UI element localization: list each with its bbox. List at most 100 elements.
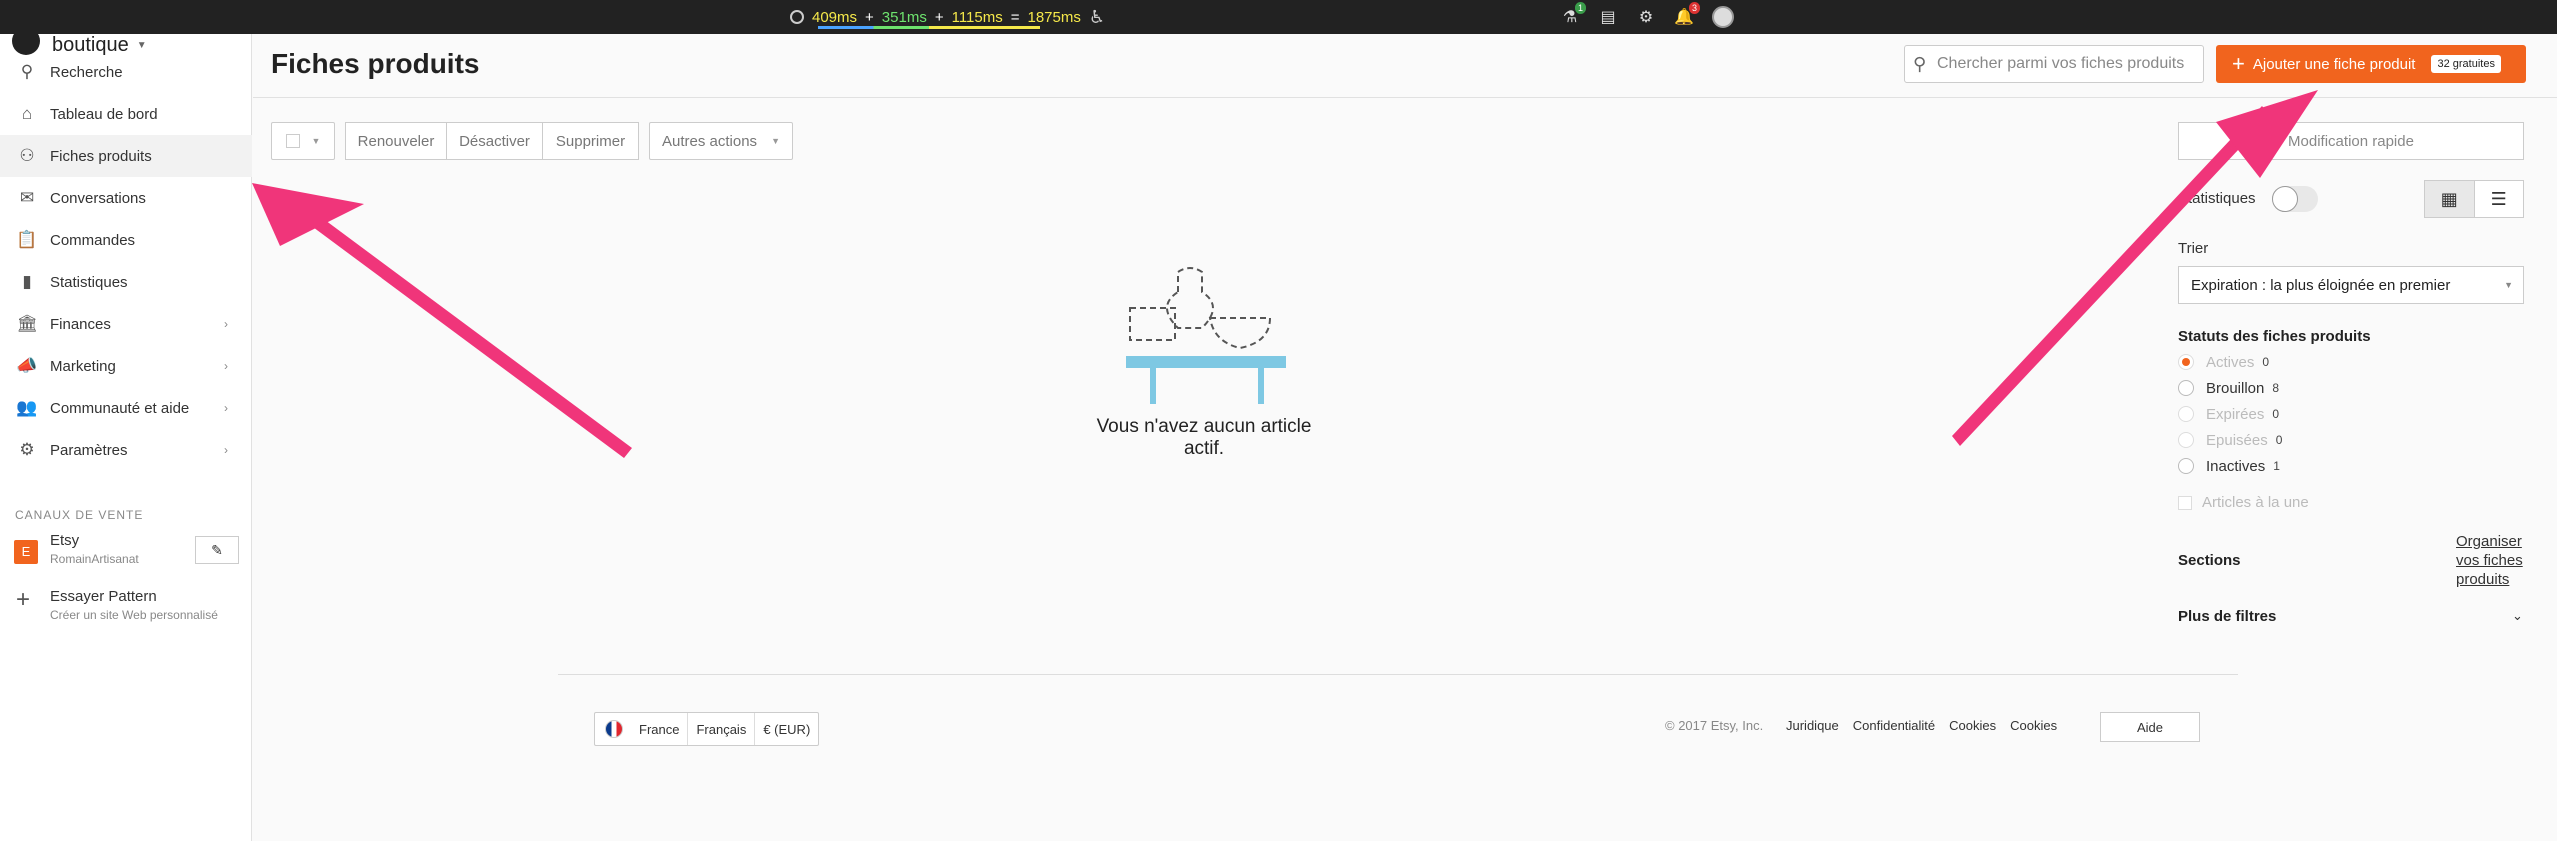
bulk-action-group: Renouveler Désactiver Supprimer xyxy=(345,122,639,160)
quick-edit-button[interactable]: Modification rapide xyxy=(2178,122,2524,160)
status-radio[interactable] xyxy=(2178,432,2194,448)
status-expired[interactable]: Expirées 0 xyxy=(2178,404,2279,424)
sidebar-item-finances[interactable]: 🏛 Finances › xyxy=(0,303,252,345)
empty-shelf-illustration xyxy=(1126,267,1286,404)
more-filters-toggle[interactable]: Plus de filtres xyxy=(2178,608,2276,625)
status-radio[interactable] xyxy=(2178,406,2194,422)
sidebar-item-stats[interactable]: ▮ Statistiques xyxy=(0,261,252,303)
chevron-right-icon: › xyxy=(224,359,228,373)
sidebar-item-search[interactable]: ⚲ Recherche xyxy=(0,51,252,93)
channel-shop: RomainArtisanat xyxy=(50,552,139,566)
bell-icon[interactable]: 🔔 3 xyxy=(1674,2,1700,27)
featured-filter[interactable]: Articles à la une xyxy=(2178,494,2309,511)
timing-total: 1875ms xyxy=(1027,8,1081,26)
sort-select[interactable]: Expiration : la plus éloignée en premier… xyxy=(2178,266,2524,304)
footer-link-cookies-2[interactable]: Cookies xyxy=(2010,718,2057,733)
status-label: Inactives xyxy=(2206,457,2266,475)
footer-divider xyxy=(558,674,2238,675)
france-flag-icon xyxy=(605,720,623,738)
status-inactive[interactable]: Inactives 1 xyxy=(2178,456,2280,476)
sidebar-item-label: Commandes xyxy=(50,231,136,249)
caret-down-icon: ▼ xyxy=(771,136,780,146)
sort-value: Expiration : la plus éloignée en premier xyxy=(2191,276,2451,294)
channel-etsy[interactable]: E Etsy RomainArtisanat ✎ xyxy=(0,530,252,574)
grid-view-button[interactable]: ▦ xyxy=(2425,181,2475,217)
caret-down-icon: ▼ xyxy=(136,40,147,51)
try-pattern[interactable]: + Essayer Pattern Créer un site Web pers… xyxy=(0,582,252,626)
timing-1: 409ms xyxy=(812,8,858,26)
arrow-left-head xyxy=(252,183,364,246)
help-button[interactable]: Aide xyxy=(2100,712,2200,742)
dev-icons: ⚗ 1 ▤ ⚙ 🔔 3 xyxy=(1560,2,1734,28)
plus-icon: + xyxy=(2232,51,2245,76)
featured-label: Articles à la une xyxy=(2202,494,2309,511)
sidebar-item-label: Conversations xyxy=(50,189,146,207)
deactivate-button[interactable]: Désactiver xyxy=(447,122,543,160)
sidebar-item-label: Fiches produits xyxy=(50,147,152,165)
status-active[interactable]: Actives 0 xyxy=(2178,352,2269,372)
locale-currency: € (EUR) xyxy=(763,721,811,737)
caret-down-icon: ▼ xyxy=(311,136,321,146)
sidebar: boutique ▼ ⚲ Recherche ⌂ Tableau de bord… xyxy=(0,26,252,841)
sales-channels-title: CANAUX DE VENTE xyxy=(15,508,144,522)
select-all-dropdown[interactable]: ▼ xyxy=(271,122,335,160)
delete-button[interactable]: Supprimer xyxy=(543,122,639,160)
status-draft[interactable]: Brouillon 8 xyxy=(2178,378,2279,398)
stats-toggle[interactable] xyxy=(2272,186,2318,212)
renew-button[interactable]: Renouveler xyxy=(345,122,447,160)
footer-links: Juridique Confidentialité Cookies Cookie… xyxy=(1786,718,2057,733)
view-switcher: ▦ ☰ xyxy=(2424,180,2524,218)
mail-icon: ✉ xyxy=(19,188,35,207)
sidebar-item-settings[interactable]: ⚙ Paramètres › xyxy=(0,429,252,471)
chevron-right-icon: › xyxy=(224,401,228,415)
organize-listings-link[interactable]: Organiser vos fiches produits xyxy=(2456,532,2536,589)
more-actions-dropdown[interactable]: Autres actions ▼ xyxy=(649,122,793,160)
status-radio[interactable] xyxy=(2178,354,2194,370)
status-count: 8 xyxy=(2272,381,2280,395)
timings-panel[interactable]: 409ms + 351ms + 1115ms = 1875ms ♿ xyxy=(790,6,1105,29)
list-view-button[interactable]: ☰ xyxy=(2475,181,2524,217)
page-header: Fiches produits ⚲ + Ajouter une fiche pr… xyxy=(253,34,2557,98)
footer-link-privacy[interactable]: Confidentialité xyxy=(1853,718,1935,733)
sidebar-item-community[interactable]: 👥 Communauté et aide › xyxy=(0,387,252,429)
list-icon: ☰ xyxy=(2490,188,2507,209)
timing-bar xyxy=(818,26,1040,29)
search-box[interactable]: ⚲ xyxy=(1904,45,2204,83)
copyright: © 2017 Etsy, Inc. xyxy=(1665,718,1764,733)
footer-link-cookies[interactable]: Cookies xyxy=(1949,718,1996,733)
chevron-down-icon[interactable]: ⌄ xyxy=(2512,608,2523,624)
sidebar-item-marketing[interactable]: 📣 Marketing › xyxy=(0,345,252,387)
status-radio[interactable] xyxy=(2178,458,2194,474)
channel-name: Etsy xyxy=(50,532,80,549)
chevron-right-icon: › xyxy=(224,317,228,331)
featured-checkbox[interactable] xyxy=(2178,495,2192,510)
bulk-actions-toolbar: ▼ Renouveler Désactiver Supprimer Autres… xyxy=(271,122,793,160)
add-listing-button[interactable]: + Ajouter une fiche produit 32 gratuites xyxy=(2216,45,2526,83)
status-radio[interactable] xyxy=(2178,380,2194,396)
document-icon[interactable]: ▤ xyxy=(1598,7,1618,27)
flask-icon[interactable]: ⚗ 1 xyxy=(1560,2,1586,27)
sort-label: Trier xyxy=(2178,240,2209,257)
pattern-name: Essayer Pattern xyxy=(50,588,157,605)
select-all-checkbox[interactable] xyxy=(285,134,300,148)
sidebar-item-dashboard[interactable]: ⌂ Tableau de bord xyxy=(0,93,252,135)
home-icon: ⌂ xyxy=(21,104,33,123)
search-input[interactable] xyxy=(1937,52,2193,76)
locale-country: France xyxy=(631,713,689,745)
accessibility-icon[interactable]: ♿ xyxy=(1089,7,1105,28)
avatar[interactable] xyxy=(1712,6,1734,28)
sidebar-item-label: Marketing xyxy=(50,357,116,375)
more-actions-label: Autres actions xyxy=(662,132,758,150)
locale-selector[interactable]: France Français € (EUR) xyxy=(594,712,820,746)
edit-channel-button[interactable]: ✎ xyxy=(195,536,239,564)
caret-down-icon: ▼ xyxy=(2504,280,2513,290)
status-sold-out[interactable]: Epuisées 0 xyxy=(2178,430,2282,450)
gear-icon[interactable]: ⚙ xyxy=(1636,7,1656,27)
sidebar-item-listings[interactable]: ⚇ Fiches produits xyxy=(0,135,252,177)
sidebar-item-orders[interactable]: 📋 Commandes xyxy=(0,219,252,261)
sidebar-item-conversations[interactable]: ✉ Conversations xyxy=(0,177,252,219)
sidebar-item-label: Tableau de bord xyxy=(50,105,158,123)
chevron-right-icon: › xyxy=(224,443,228,457)
footer-link-legal[interactable]: Juridique xyxy=(1786,718,1839,733)
listings-icon: ⚇ xyxy=(19,146,35,165)
